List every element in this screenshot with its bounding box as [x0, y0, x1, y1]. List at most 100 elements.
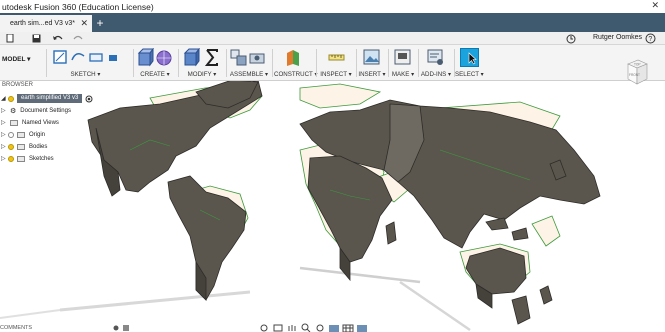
new-component-icon[interactable]	[230, 48, 247, 67]
comments-controls-icon[interactable]	[112, 324, 132, 332]
measure-icon[interactable]	[328, 48, 345, 67]
select-group: SELECT ▾	[455, 45, 484, 81]
navigation-bar	[258, 323, 368, 332]
sketch-rectangle-icon[interactable]	[88, 48, 104, 66]
document-tab-label: earth sim...ed V3 v3*	[10, 20, 75, 27]
job-status-icon[interactable]	[566, 34, 576, 44]
select-tool-button[interactable]	[460, 48, 479, 67]
browser-item-document-settings[interactable]: ▷ ⚙ Document Settings	[1, 105, 71, 116]
undo-icon[interactable]	[52, 34, 64, 43]
insert-menu[interactable]: INSERT ▾	[358, 71, 386, 78]
toolbar-separator	[418, 49, 419, 77]
make-group: MAKE ▾	[390, 45, 416, 81]
grid-settings-icon[interactable]	[342, 323, 354, 332]
expand-arrow-icon[interactable]: ▷	[1, 119, 8, 126]
3d-print-icon[interactable]	[394, 48, 411, 67]
folder-icon	[17, 131, 25, 138]
view-cube[interactable]: TOP FRONT	[625, 58, 648, 85]
browser-header[interactable]: BROWSER	[0, 81, 130, 90]
new-tab-button[interactable]: +	[93, 16, 107, 32]
modify-menu[interactable]: MODIFY ▾	[180, 71, 224, 78]
modify-group: MODIFY ▾	[180, 45, 224, 81]
make-menu[interactable]: MAKE ▾	[390, 71, 416, 78]
browser-item-sketches[interactable]: ▷ Sketches	[1, 153, 54, 164]
toolbar-separator	[272, 49, 273, 77]
toolbar-separator	[46, 49, 47, 77]
expand-arrow-icon[interactable]: ▷	[1, 143, 8, 150]
joint-icon[interactable]	[249, 48, 266, 67]
browser-item-label: Sketches	[29, 155, 54, 162]
gear-icon: ⚙	[10, 107, 17, 115]
expand-arrow-icon[interactable]: ▷	[1, 107, 8, 114]
pan-hand-icon[interactable]	[286, 323, 298, 332]
create-menu[interactable]: CREATE ▾	[134, 71, 176, 78]
redo-icon[interactable]	[72, 34, 84, 43]
visibility-bulb-icon[interactable]	[8, 143, 14, 150]
help-glyph: ?	[648, 36, 652, 43]
construct-group: CONSTRUCT ▾	[274, 45, 318, 81]
toolbar-separator	[356, 49, 357, 77]
inspect-menu[interactable]: INSPECT ▾	[318, 71, 354, 78]
select-menu[interactable]: SELECT ▾	[455, 71, 484, 78]
browser-item-origin[interactable]: ▷ Origin	[1, 129, 45, 140]
parameters-sigma-icon[interactable]	[204, 48, 220, 67]
visibility-bulb-icon[interactable]	[8, 95, 14, 102]
activate-radio-icon[interactable]	[85, 95, 93, 103]
document-tab-bar: earth sim...ed V3 v3* ✕ +	[0, 13, 665, 32]
extrude-icon[interactable]	[137, 48, 154, 67]
browser-item-bodies[interactable]: ▷ Bodies	[1, 141, 47, 152]
close-tab-icon[interactable]: ✕	[80, 18, 88, 29]
orbit-icon[interactable]	[258, 323, 270, 332]
insert-image-icon[interactable]	[363, 48, 380, 67]
scripts-addins-icon[interactable]	[427, 48, 444, 67]
construct-menu[interactable]: CONSTRUCT ▾	[274, 71, 318, 78]
australia-landmass	[465, 247, 527, 295]
fit-icon[interactable]	[314, 323, 326, 332]
comments-panel[interactable]: COMMENTS	[0, 325, 32, 331]
press-pull-icon[interactable]	[183, 48, 200, 67]
browser-item-named-views[interactable]: ▷ Named Views	[1, 117, 59, 128]
main-toolbar: MODEL ▾ SKETCH ▾ CREATE ▾ MODIFY ▾ ASSEM…	[0, 45, 665, 81]
sketch-menu[interactable]: SKETCH ▾	[48, 71, 123, 78]
display-settings-icon[interactable]	[328, 323, 340, 332]
visibility-bulb-icon[interactable]	[8, 155, 14, 162]
madagascar-landmass	[385, 221, 397, 245]
cube-top-label: TOP	[634, 63, 641, 67]
sphere-icon[interactable]	[156, 48, 173, 67]
folder-icon	[17, 155, 25, 162]
folder-icon	[17, 143, 25, 150]
document-tab[interactable]: earth sim...ed V3 v3* ✕	[0, 15, 92, 32]
assemble-menu[interactable]: ASSEMBLE ▾	[228, 71, 270, 78]
look-at-icon[interactable]	[272, 323, 284, 332]
title-bar: utodesk Fusion 360 (Education License) ✕	[0, 0, 665, 13]
close-window-icon[interactable]: ✕	[651, 0, 659, 11]
assemble-group: ASSEMBLE ▾	[228, 45, 270, 81]
help-icon[interactable]: ?	[645, 33, 656, 44]
data-panel-icon[interactable]	[6, 34, 16, 43]
cube-front-label: FRONT	[629, 73, 640, 77]
toolbar-separator	[178, 49, 179, 77]
user-name[interactable]: Rutger Oomkes	[593, 34, 642, 41]
visibility-bulb-off-icon[interactable]	[8, 131, 14, 138]
insert-group: INSERT ▾	[358, 45, 386, 81]
ground-shadow	[399, 280, 471, 332]
workspace-switcher[interactable]: MODEL ▾	[2, 55, 30, 63]
addins-menu[interactable]: ADD-INS ▾	[420, 71, 452, 78]
offset-plane-icon[interactable]	[285, 48, 302, 67]
ground-shadow	[59, 290, 251, 312]
create-sketch-icon[interactable]	[52, 48, 68, 66]
ground-shadow	[299, 266, 421, 284]
zoom-icon[interactable]	[300, 323, 312, 332]
save-icon[interactable]	[32, 34, 42, 43]
viewports-icon[interactable]	[356, 323, 368, 332]
ground-shadow	[0, 309, 61, 319]
view-cube-icon: TOP FRONT	[627, 59, 648, 85]
root-component-label[interactable]: earth simplified V3 v3	[17, 94, 83, 103]
collapse-arrow-icon[interactable]: ◢	[1, 95, 8, 102]
expand-arrow-icon[interactable]: ▷	[1, 155, 8, 162]
browser-root-row[interactable]: ◢ earth simplified V3 v3	[1, 93, 93, 104]
stop-sketch-icon[interactable]	[106, 48, 120, 66]
toolbar-separator	[226, 49, 227, 77]
sketch-line-icon[interactable]	[70, 48, 86, 66]
expand-arrow-icon[interactable]: ▷	[1, 131, 8, 138]
